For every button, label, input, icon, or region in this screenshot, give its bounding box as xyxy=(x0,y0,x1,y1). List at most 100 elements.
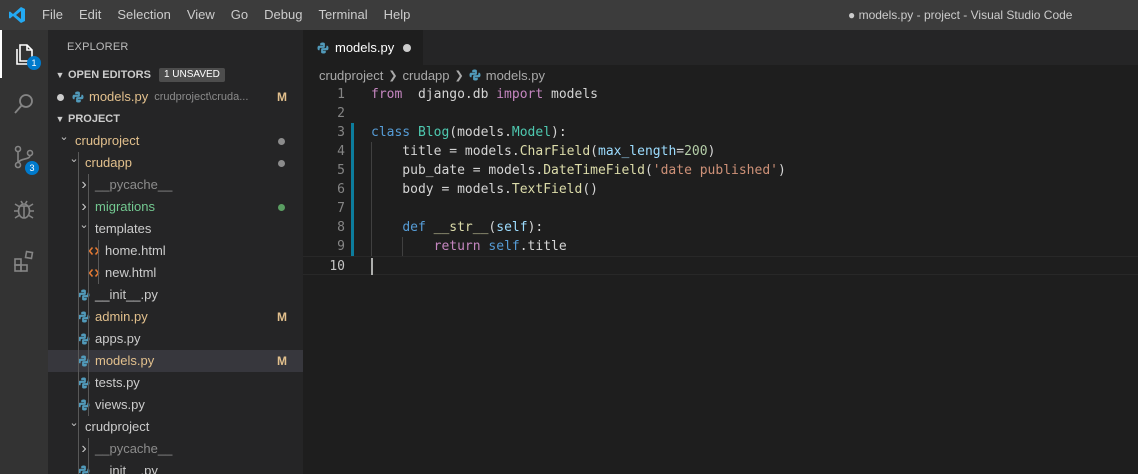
tree-item-label: crudapp xyxy=(85,155,132,170)
gutter-change-bar[interactable] xyxy=(351,180,354,199)
source-control-activity-button[interactable]: 3 xyxy=(0,133,48,181)
code-token: import xyxy=(496,87,544,102)
tree-item[interactable]: › __pycache__ xyxy=(48,438,303,460)
code-line[interactable]: 7 xyxy=(303,199,1138,218)
tree-item[interactable]: models.py M xyxy=(48,350,303,372)
menu-file[interactable]: File xyxy=(34,0,71,30)
chevron-down-icon: ⌄ xyxy=(79,219,89,231)
menu-edit[interactable]: Edit xyxy=(71,0,109,30)
indent-guide xyxy=(88,460,89,474)
menu-debug[interactable]: Debug xyxy=(256,0,310,30)
tree-item-label: templates xyxy=(95,221,152,236)
tree-item[interactable]: __init__.py xyxy=(48,460,303,474)
chevron-down-icon: ⌄ xyxy=(69,417,79,429)
breadcrumb-item[interactable]: models.py xyxy=(486,68,545,83)
activity-bar: 1 3 xyxy=(0,30,48,474)
tree-item[interactable]: ⌄ crudproject xyxy=(48,416,303,438)
tree-item[interactable]: ⌄ crudproject xyxy=(48,130,303,152)
menu-bar: File Edit Selection View Go Debug Termin… xyxy=(34,0,418,30)
tree-item[interactable]: ⌄ templates xyxy=(48,218,303,240)
line-number: 2 xyxy=(337,106,345,121)
modified-status: M xyxy=(277,354,287,368)
sidebar-title: EXPLORER xyxy=(67,41,129,53)
project-label: PROJECT xyxy=(68,113,120,125)
indent-guide xyxy=(78,262,79,284)
code-line[interactable]: 9 return self.title xyxy=(303,237,1138,256)
menu-selection[interactable]: Selection xyxy=(109,0,178,30)
code-token: 'date published' xyxy=(652,163,778,178)
code-line[interactable]: 10 xyxy=(303,256,1138,275)
code-token: __str__ xyxy=(433,220,489,235)
source-control-badge: 3 xyxy=(25,161,39,175)
tree-item-label: __init__.py xyxy=(95,287,158,302)
menu-terminal[interactable]: Terminal xyxy=(310,0,375,30)
debug-activity-button[interactable] xyxy=(0,185,48,233)
open-editors-section[interactable]: ▼ OPEN EDITORS 1 UNSAVED xyxy=(48,64,303,86)
gutter-change-bar[interactable] xyxy=(351,123,354,142)
tree-item[interactable]: › __pycache__ xyxy=(48,174,303,196)
open-editor-item[interactable]: models.py crudproject\cruda... M xyxy=(48,86,303,108)
code-line[interactable]: 1 from django.db import models xyxy=(303,85,1138,104)
tree-item[interactable]: home.html xyxy=(48,240,303,262)
chevron-down-icon: ⌄ xyxy=(59,131,69,143)
code-token: = xyxy=(676,144,685,159)
explorer-sidebar: EXPLORER ▼ OPEN EDITORS 1 UNSAVED models… xyxy=(48,30,303,474)
indent-guide xyxy=(88,284,89,306)
code-line[interactable]: 3 class Blog(models.Model): xyxy=(303,123,1138,142)
indent-guide xyxy=(78,174,79,196)
code-token: DateTimeField xyxy=(543,163,645,178)
gutter-change-bar[interactable] xyxy=(351,218,354,237)
code-line[interactable]: 8 def __str__(self): xyxy=(303,218,1138,237)
tree-item[interactable]: apps.py xyxy=(48,328,303,350)
code-token: models xyxy=(543,87,598,102)
gutter-change-bar[interactable] xyxy=(351,237,354,256)
code-text: from django.db import models xyxy=(371,85,598,104)
explorer-activity-button[interactable]: 1 xyxy=(0,30,48,78)
line-number: 3 xyxy=(337,125,345,140)
code-text: class Blog(models.Model): xyxy=(371,123,567,142)
indent-guide xyxy=(78,284,79,306)
breadcrumb-item[interactable]: crudapp xyxy=(403,68,450,83)
unsaved-dot-icon xyxy=(48,93,70,101)
change-dot-icon xyxy=(278,204,285,211)
gutter-change-bar[interactable] xyxy=(351,142,354,161)
tree-item[interactable]: admin.py M xyxy=(48,306,303,328)
code-token: return xyxy=(433,239,481,254)
code-token: ) xyxy=(707,144,716,159)
breadcrumb-item[interactable]: crudproject xyxy=(319,68,383,83)
chevron-down-icon: ▼ xyxy=(55,70,65,80)
tree-item-label: __pycache__ xyxy=(95,441,173,456)
explorer-badge: 1 xyxy=(27,56,41,70)
tree-item[interactable]: new.html xyxy=(48,262,303,284)
code-line[interactable]: 5 pub_date = models.DateTimeField('date … xyxy=(303,161,1138,180)
code-token: ) xyxy=(778,163,786,178)
tree-item[interactable]: __init__.py xyxy=(48,284,303,306)
tree-item[interactable]: ⌄ crudapp xyxy=(48,152,303,174)
tree-item[interactable]: tests.py xyxy=(48,372,303,394)
unsaved-dot-icon[interactable] xyxy=(403,43,412,52)
indent-guide xyxy=(78,240,79,262)
gutter-change-bar[interactable] xyxy=(351,161,354,180)
code-editor[interactable]: 1 from django.db import models 2 3 class Blo… xyxy=(303,85,1138,474)
project-section[interactable]: ▼ PROJECT xyxy=(48,108,303,130)
extensions-activity-button[interactable] xyxy=(0,237,48,285)
gutter-change-bar[interactable] xyxy=(351,199,354,218)
text-cursor xyxy=(371,258,373,275)
indent-guide xyxy=(88,306,89,328)
menu-help[interactable]: Help xyxy=(376,0,419,30)
menu-go[interactable]: Go xyxy=(223,0,256,30)
code-token: models. xyxy=(457,125,512,140)
code-line[interactable]: 4 title = models.CharField(max_length=20… xyxy=(303,142,1138,161)
indent-guide xyxy=(78,328,79,350)
search-activity-button[interactable] xyxy=(0,80,48,128)
code-token: Model xyxy=(511,125,552,140)
code-line[interactable]: 2 xyxy=(303,104,1138,123)
code-line[interactable]: 6 body = models.TextField() xyxy=(303,180,1138,199)
tab-models-py[interactable]: models.py xyxy=(303,30,423,65)
tree-item[interactable]: views.py xyxy=(48,394,303,416)
code-token: def xyxy=(402,220,426,235)
menu-view[interactable]: View xyxy=(179,0,223,30)
